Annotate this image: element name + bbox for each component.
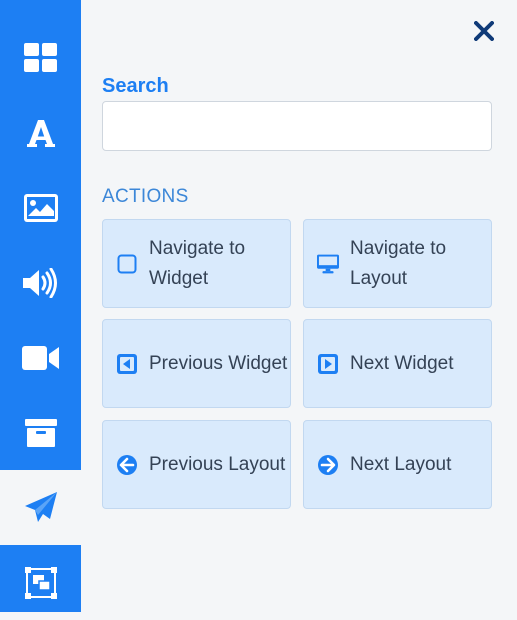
- search-input[interactable]: [102, 101, 492, 151]
- grid-icon: [23, 42, 57, 72]
- sidebar-item-grid[interactable]: [0, 20, 81, 95]
- previous-widget-button[interactable]: Previous Widget: [102, 319, 291, 408]
- action-label: Navigate to Widget: [149, 237, 246, 289]
- close-button[interactable]: [472, 19, 496, 43]
- close-icon: [474, 21, 494, 41]
- next-widget-button[interactable]: Next Widget: [303, 319, 492, 408]
- arrow-circle-left-icon: [116, 454, 138, 476]
- navigate-to-widget-button[interactable]: Navigate to Widget: [102, 219, 291, 308]
- square-outline-icon: [116, 254, 138, 274]
- sidebar-item-object-group[interactable]: [0, 545, 81, 620]
- caret-square-left-icon: [116, 353, 138, 375]
- sidebar-item-volume[interactable]: [0, 245, 81, 320]
- action-label: Previous Widget: [149, 352, 288, 374]
- paper-plane-icon: [24, 491, 57, 522]
- navigate-to-layout-button[interactable]: Navigate to Layout: [303, 219, 492, 308]
- object-group-icon: [24, 566, 57, 599]
- sidebar-item-send[interactable]: [0, 470, 81, 545]
- arrow-circle-right-icon: [317, 454, 339, 476]
- sidebar-item-archive[interactable]: [0, 395, 81, 470]
- sidebar-item-font[interactable]: [0, 95, 81, 170]
- video-icon: [21, 345, 59, 370]
- actions-heading: ACTIONS: [102, 186, 189, 207]
- previous-layout-button[interactable]: Previous Layout: [102, 420, 291, 509]
- search-label: Search: [102, 75, 169, 97]
- image-icon: [23, 193, 58, 222]
- caret-square-right-icon: [317, 353, 339, 375]
- action-label: Navigate to Layout: [350, 237, 447, 289]
- action-label: Next Widget: [350, 352, 454, 374]
- action-label: Next Layout: [350, 453, 452, 475]
- volume-icon: [22, 267, 57, 298]
- sidebar-item-video[interactable]: [0, 320, 81, 395]
- archive-icon: [24, 418, 57, 447]
- sidebar: [0, 0, 81, 612]
- action-label: Previous Layout: [149, 453, 286, 475]
- next-layout-button[interactable]: Next Layout: [303, 420, 492, 509]
- font-icon: [26, 119, 55, 147]
- sidebar-item-image[interactable]: [0, 170, 81, 245]
- monitor-icon: [317, 252, 339, 276]
